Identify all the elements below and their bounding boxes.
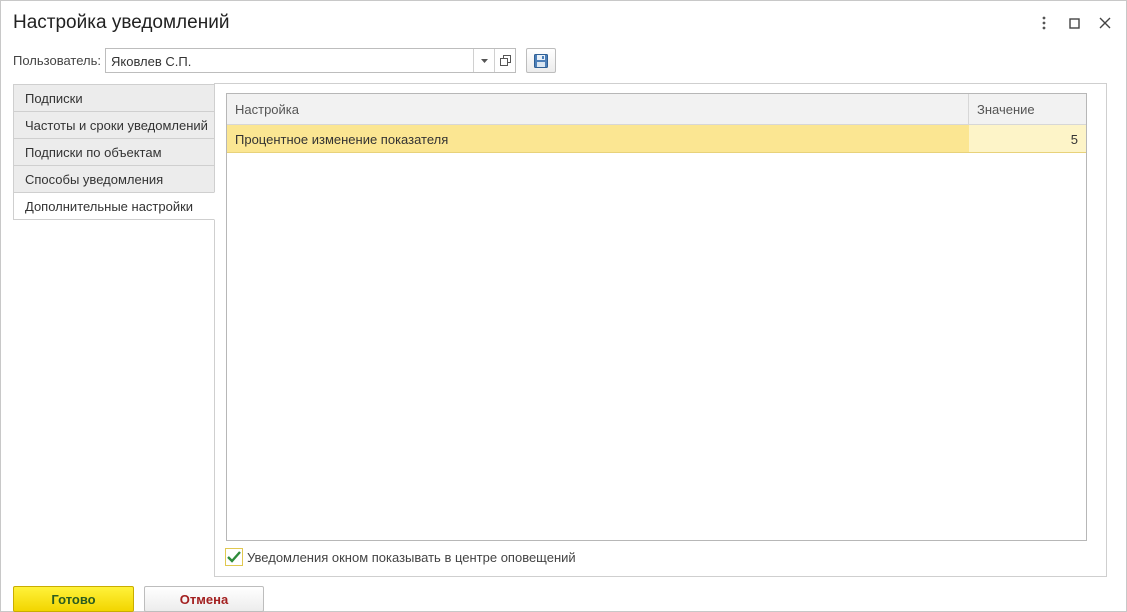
cell-value[interactable]: 5 xyxy=(969,125,1086,152)
floppy-disk-icon xyxy=(534,53,548,68)
checkmark-icon xyxy=(227,551,241,563)
tab-list: Подписки Частоты и сроки уведомлений Под… xyxy=(13,83,215,220)
cancel-button[interactable]: Отмена xyxy=(144,586,264,612)
done-button[interactable]: Готово xyxy=(13,586,134,612)
dialog-window: Настройка уведомлений Пользователь: Яков… xyxy=(0,0,1127,612)
cell-setting[interactable]: Процентное изменение показателя xyxy=(227,125,969,152)
chevron-down-icon[interactable] xyxy=(473,49,494,72)
close-icon[interactable] xyxy=(1095,13,1115,33)
save-button[interactable] xyxy=(526,48,556,73)
table-header: Настройка Значение xyxy=(227,94,1086,125)
tab-subscriptions[interactable]: Подписки xyxy=(13,84,215,111)
table-row[interactable]: Процентное изменение показателя 5 xyxy=(227,125,1086,153)
user-field[interactable]: Яковлев С.П. xyxy=(105,48,516,73)
tab-panel-additional-settings: Настройка Значение Процентное изменение … xyxy=(214,83,1107,577)
maximize-icon[interactable] xyxy=(1064,13,1084,33)
column-header-value[interactable]: Значение xyxy=(969,94,1086,124)
tab-additional-settings[interactable]: Дополнительные настройки xyxy=(13,192,215,220)
notification-center-checkbox-label[interactable]: Уведомления окном показывать в центре оп… xyxy=(247,550,576,565)
tabs-container: Подписки Частоты и сроки уведомлений Под… xyxy=(13,83,1107,577)
more-icon[interactable] xyxy=(1034,13,1054,33)
column-header-setting[interactable]: Настройка xyxy=(227,94,969,124)
user-label: Пользователь: xyxy=(13,53,101,68)
tab-frequencies[interactable]: Частоты и сроки уведомлений xyxy=(13,111,215,138)
notification-center-checkbox[interactable] xyxy=(225,548,243,566)
tab-object-subscriptions[interactable]: Подписки по объектам xyxy=(13,138,215,165)
notification-center-checkbox-row[interactable]: Уведомления окном показывать в центре оп… xyxy=(225,548,576,566)
tab-notification-methods[interactable]: Способы уведомления xyxy=(13,165,215,192)
user-field-value[interactable]: Яковлев С.П. xyxy=(111,54,191,69)
open-icon[interactable] xyxy=(494,49,515,72)
window-title: Настройка уведомлений xyxy=(13,12,230,33)
settings-table[interactable]: Настройка Значение Процентное изменение … xyxy=(226,93,1087,541)
